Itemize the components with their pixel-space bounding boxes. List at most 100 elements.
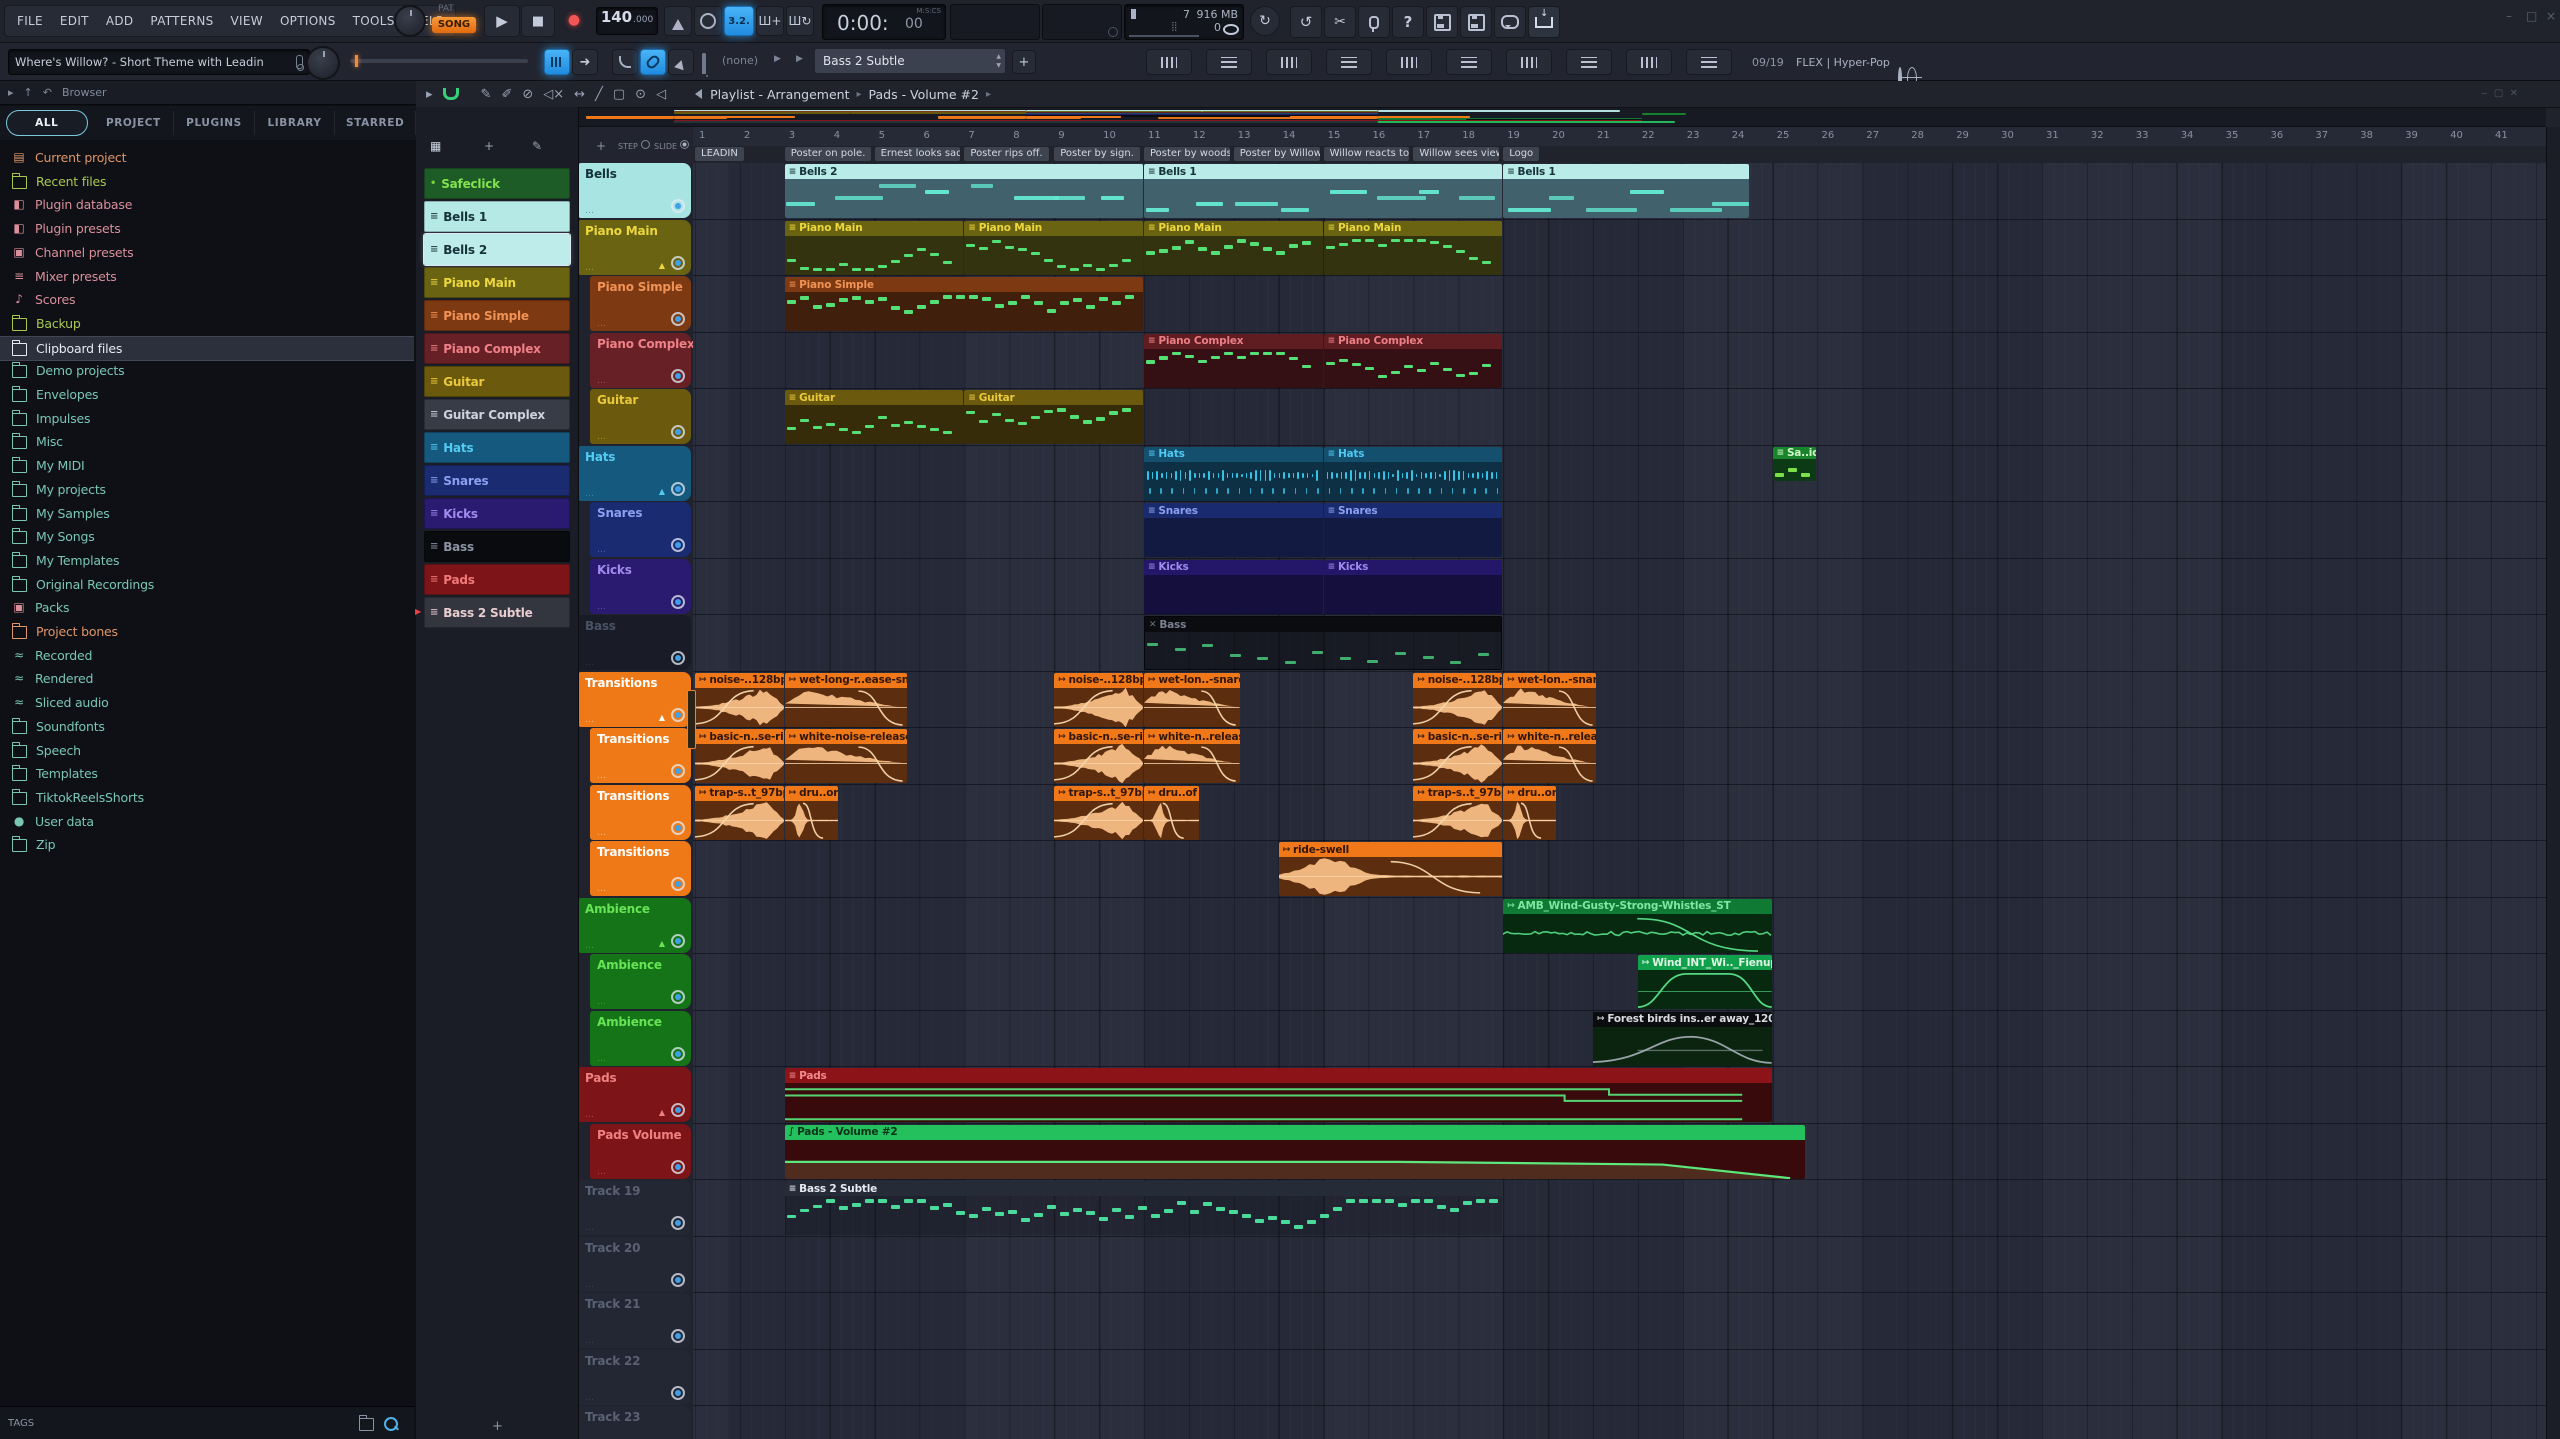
- track-arm-button[interactable]: [671, 256, 685, 270]
- clip-piano-complex[interactable]: ≡Piano Complex: [1324, 334, 1503, 388]
- track-resize-grip[interactable]: …: [585, 1393, 595, 1403]
- track-lane-21[interactable]: [693, 1293, 2546, 1350]
- track-resize-grip[interactable]: …: [597, 432, 607, 442]
- browser-item-project-bones[interactable]: Project bones: [0, 620, 414, 643]
- clip-header[interactable]: ↦dru..or: [785, 786, 838, 801]
- pattern-piano-main[interactable]: ≡Piano Main: [424, 267, 570, 298]
- select-tool-icon[interactable]: ▢: [613, 87, 625, 102]
- song-mode-button[interactable]: SONG: [432, 17, 476, 33]
- toggle-playlist-button[interactable]: [1146, 49, 1192, 75]
- browser-item-my-projects[interactable]: My projects: [0, 478, 414, 501]
- step-toggle-icon[interactable]: [641, 140, 650, 149]
- track-scrollbar-handle[interactable]: [687, 690, 696, 749]
- timeline-marker[interactable]: Willow reacts to vi: [1324, 147, 1410, 161]
- picker-edit-icon[interactable]: ✎: [532, 139, 542, 153]
- clip-header[interactable]: ≡Piano Complex: [1324, 334, 1503, 349]
- track-arm-button[interactable]: [671, 708, 685, 722]
- track-lane-23[interactable]: [693, 1406, 2546, 1439]
- track-lane-11[interactable]: ↦basic-n..se-riser↦white-noise-release↦b…: [693, 728, 2546, 785]
- track-arm-button[interactable]: [671, 595, 685, 609]
- cut-tool-button[interactable]: ✂: [1324, 6, 1356, 38]
- timeline-marker[interactable]: Ernest looks sadly: [875, 147, 961, 161]
- browser-item-sliced-audio[interactable]: ≈Sliced audio: [0, 691, 414, 714]
- clip-piano-main[interactable]: ≡Piano Main: [1324, 221, 1503, 275]
- zoom-tool-icon[interactable]: ⊙: [635, 87, 646, 102]
- track-header-transitions[interactable]: Transitions…▲: [578, 672, 691, 727]
- browser-item-soundfonts[interactable]: Soundfonts: [0, 715, 414, 738]
- track-lane-6[interactable]: ≡Hats≡Hats ≡Sa..ick: [693, 446, 2546, 503]
- browser-item-plugin-presets[interactable]: ◧Plugin presets: [0, 217, 414, 240]
- timeline-marker[interactable]: Poster rips off.: [964, 147, 1048, 161]
- clip-header[interactable]: ≡Piano Complex: [1144, 334, 1323, 349]
- clip-header[interactable]: ↦basic-n..se-riser: [1413, 729, 1502, 744]
- playlist-breadcrumb[interactable]: Playlist - Arrangement: [710, 87, 849, 102]
- clip-header[interactable]: ≡Piano Simple: [785, 277, 1143, 292]
- track-header-bells[interactable]: Bells…: [578, 163, 691, 218]
- notifications-bell-icon[interactable]: [702, 53, 706, 74]
- shuffle-slider[interactable]: [350, 59, 528, 63]
- browser-tab-starred[interactable]: STARRED: [335, 111, 416, 135]
- clip-wet-lon-snare[interactable]: ↦wet-lon..-snare: [1144, 673, 1240, 727]
- track-lane-10[interactable]: ↦noise-..128bpm↦wet-long-r..ease-snare↦n…: [693, 672, 2546, 729]
- clip-header[interactable]: ≡Kicks: [1324, 560, 1503, 575]
- track-arm-button[interactable]: [671, 312, 685, 326]
- group-collapse-icon[interactable]: ▲: [659, 261, 665, 270]
- clip-header[interactable]: ≡Snares: [1144, 503, 1323, 518]
- track-header-snares[interactable]: Snares…: [590, 502, 691, 557]
- toggle-project-info-button[interactable]: [1446, 49, 1492, 75]
- browser-back-icon[interactable]: ↶: [43, 86, 52, 99]
- clip-sa-ick[interactable]: ≡Sa..ick: [1773, 447, 1817, 481]
- loop-record-button[interactable]: Ш↻: [786, 6, 814, 36]
- clip-header[interactable]: ≡Guitar: [964, 390, 1143, 405]
- browser-item-my-midi[interactable]: My MIDI: [0, 454, 414, 477]
- clip-bells-2[interactable]: ≡Bells 2: [785, 164, 1143, 218]
- clip-basic-n-se-riser[interactable]: ↦basic-n..se-riser: [695, 729, 784, 783]
- clip-dru-or[interactable]: ↦dru..or: [785, 786, 838, 840]
- clip-noise-128bpm[interactable]: ↦noise-..128bpm: [1413, 673, 1502, 727]
- clip-white-n-release[interactable]: ↦white-n..release: [1144, 729, 1240, 783]
- track-lane-1[interactable]: ≡Bells 2≡Bells 1≡Bells 1: [693, 163, 2546, 220]
- group-collapse-icon[interactable]: ▲: [659, 1108, 665, 1117]
- clip-guitar[interactable]: ≡Guitar: [785, 390, 964, 444]
- clip-header[interactable]: ≡Bells 1: [1144, 164, 1502, 179]
- track-arm-button[interactable]: [671, 1273, 685, 1287]
- clip-header[interactable]: ≡Piano Main: [964, 221, 1143, 236]
- track-arm-button[interactable]: [671, 990, 685, 1004]
- track-header-transitions[interactable]: Transitions…: [590, 841, 691, 896]
- clip-header[interactable]: ↦dru..or: [1503, 786, 1556, 801]
- slip-tool-icon[interactable]: ↔: [574, 87, 585, 102]
- browser-item-packs[interactable]: ▣Packs: [0, 596, 414, 619]
- track-header-kicks[interactable]: Kicks…: [590, 559, 691, 614]
- track-lane-18[interactable]: ∫Pads - Volume #2: [693, 1124, 2546, 1181]
- track-header-ambience[interactable]: Ambience…: [590, 1011, 691, 1066]
- export-button[interactable]: [1528, 6, 1560, 38]
- track-header-pads[interactable]: Pads…▲: [578, 1067, 691, 1122]
- clip-guitar[interactable]: ≡Guitar: [964, 390, 1143, 444]
- clip-header[interactable]: ↦Forest birds ins..er away_120308_03: [1593, 1012, 1772, 1027]
- track-lane-8[interactable]: ≡Kicks≡Kicks: [693, 559, 2546, 616]
- clip-header[interactable]: ≡Hats: [1144, 447, 1323, 462]
- midi-channel-arrow-icon[interactable]: ▶: [774, 54, 781, 64]
- browser-item-tiktokreelsshorts[interactable]: TiktokReelsShorts: [0, 786, 414, 809]
- clip-header[interactable]: ≡Hats: [1324, 447, 1503, 462]
- clip-header[interactable]: ↦ride-swell: [1279, 842, 1503, 857]
- clip-header[interactable]: ↦wet-lon..-snare: [1503, 673, 1596, 688]
- clip-noise-128bpm[interactable]: ↦noise-..128bpm: [695, 673, 784, 727]
- clip-white-n-release[interactable]: ↦white-n..release: [1503, 729, 1596, 783]
- slide-label[interactable]: SLIDE: [654, 142, 677, 151]
- track-lane-3[interactable]: ≡Piano Simple: [693, 276, 2546, 333]
- timeline-ruler[interactable]: 1234567891011121314151617181920212223242…: [693, 127, 2546, 146]
- save-button[interactable]: [1426, 6, 1458, 38]
- clip-header[interactable]: ≡Bells 2: [785, 164, 1143, 179]
- metronome-button[interactable]: [664, 6, 692, 36]
- clip-hats[interactable]: ≡Hats: [1144, 447, 1323, 501]
- track-resize-grip[interactable]: …: [585, 715, 595, 725]
- clip-snares[interactable]: ≡Snares: [1324, 503, 1503, 557]
- clip-header[interactable]: ↦basic-n..se-riser: [1054, 729, 1143, 744]
- track-arm-button[interactable]: [671, 425, 685, 439]
- track-lane-13[interactable]: ↦ride-swell: [693, 841, 2546, 898]
- menu-options[interactable]: OPTIONS: [280, 14, 336, 28]
- sync-button[interactable]: ↻: [1250, 6, 1280, 36]
- browser-item-clipboard-files[interactable]: Clipboard files: [0, 336, 414, 361]
- track-header-track-20[interactable]: Track 20…: [578, 1237, 691, 1292]
